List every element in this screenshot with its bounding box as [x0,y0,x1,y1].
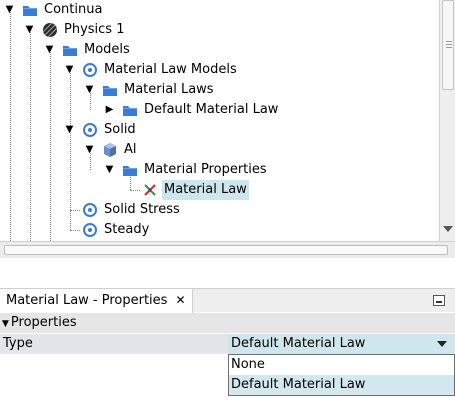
expanded-toggle-icon[interactable]: ▼ [64,64,75,75]
dropdown-option-default-material-law[interactable]: Default Material Law [229,375,454,395]
expanded-toggle-icon[interactable]: ▼ [84,144,95,155]
tree-node-label: Steady [104,222,150,237]
tree-node-label: Solid Stress [104,202,180,217]
tree-node-material-laws[interactable]: ▼ Material Laws [0,80,430,100]
tree-node-label: Material Law [162,180,249,200]
tab-title: Material Law - Properties [6,293,168,308]
folder-icon [123,106,137,116]
expanded-toggle-icon[interactable]: ▼ [64,124,75,135]
folder-icon [123,166,137,176]
model-icon [83,223,97,237]
model-icon [83,63,97,77]
tree-horizontal-scrollbar[interactable] [0,241,455,258]
tree-node-al[interactable]: ▼ Al [0,140,430,160]
properties-panel-header: Material Law - Properties ✕ [0,288,455,313]
close-icon[interactable]: ✕ [175,293,185,307]
material-cube-icon [104,143,116,157]
section-title: Properties [10,315,77,330]
tree-node-steady[interactable]: Steady [0,220,430,240]
tree-node-label: Material Laws [124,82,214,97]
expanded-toggle-icon[interactable]: ▼ [44,44,55,55]
tree-node-label: Material Properties [144,162,267,177]
expanded-toggle-icon[interactable]: ▼ [4,4,15,15]
scrollbar-thumb[interactable] [4,245,448,255]
tree-node-label: Physics 1 [64,22,125,37]
tree-node-material-law[interactable]: Material Law [0,180,430,200]
property-label: Type [0,334,228,354]
tree-node-label: Material Law Models [104,62,237,77]
tree-node-continua[interactable]: ▼ Continua [0,0,430,20]
scroll-down-arrow-icon[interactable] [443,226,453,232]
dropdown-option-none[interactable]: None [229,355,454,375]
tree-node-label: Models [84,42,130,57]
tree-node-material-law-models[interactable]: ▼ Material Law Models [0,60,430,80]
folder-icon [103,86,117,96]
tree-node-default-material-law[interactable]: ▶ Default Material Law [0,100,430,120]
material-law-icon [144,184,156,196]
tree-node-physics-1[interactable]: ▼ Physics 1 [0,20,430,40]
type-dropdown-list: None Default Material Law [228,354,455,396]
tree-node-solid[interactable]: ▼ Solid [0,120,430,140]
type-select[interactable]: Default Material Law [228,334,455,354]
expanded-toggle-icon[interactable]: ▼ [84,84,95,95]
tree-node-solid-stress[interactable]: Solid Stress [0,200,430,220]
property-row-type: Type Default Material Law [0,334,455,354]
minimize-icon[interactable] [433,295,445,306]
physics-continuum-icon [42,22,58,38]
scrollbar-thumb[interactable] [442,0,454,90]
properties-panel: Material Law - Properties ✕ ▼ Properties T… [0,288,455,420]
tab-material-law-properties[interactable]: Material Law - Properties ✕ [0,289,193,313]
expanded-toggle-icon[interactable]: ▼ [104,164,115,175]
model-icon [83,203,97,217]
expanded-toggle-icon[interactable]: ▼ [24,24,35,35]
model-icon [83,123,97,137]
dropdown-arrow-icon[interactable] [437,341,447,347]
tree-node-label: Default Material Law [144,102,279,117]
folder-icon [23,6,37,16]
folder-icon [63,46,77,56]
expanded-toggle-icon[interactable]: ▼ [2,314,9,334]
tree-node-label: Solid [104,122,136,137]
tree-vertical-scrollbar[interactable] [439,0,455,241]
object-tree-panel: ▼ Continua ▼ Physics 1 ▼ Models ▼ Materi… [0,0,455,241]
tree-node-models[interactable]: ▼ Models [0,40,430,60]
type-select-value: Default Material Law [231,336,366,351]
collapsed-toggle-icon[interactable]: ▶ [104,104,115,115]
tree-node-label: Al [124,142,137,157]
tree-node-label: Continua [44,2,103,17]
tree-node-material-properties[interactable]: ▼ Material Properties [0,160,430,180]
properties-section-header[interactable]: ▼ Properties [0,313,455,333]
